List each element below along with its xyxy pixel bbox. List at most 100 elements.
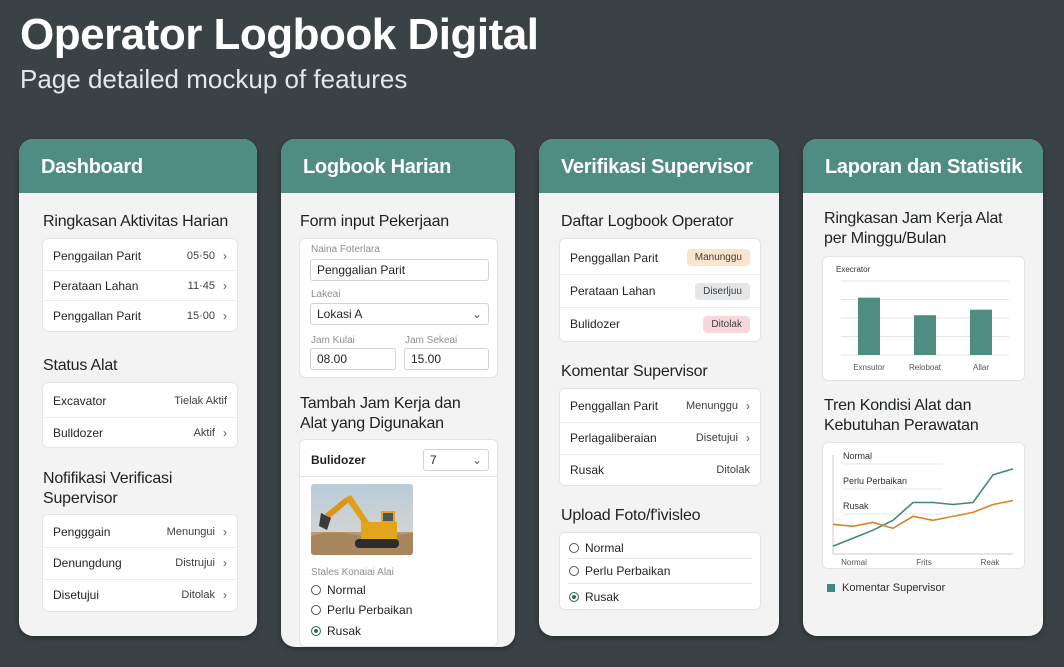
chevron-down-icon: ⌄ (471, 307, 482, 321)
notification-item[interactable]: Disetujui Ditolak › (43, 579, 237, 610)
comment-item[interactable]: Rusak Ditolak (560, 454, 760, 485)
x-tick-label: Allar (973, 363, 989, 372)
logbook-list-item[interactable]: Bulidozer Ditolak (560, 307, 760, 340)
chevron-right-icon: › (223, 279, 227, 293)
equipment-hours-select[interactable]: 7 ⌄ (423, 449, 489, 471)
x-tick-label: Frits (916, 558, 932, 567)
upload-option-repair[interactable]: Perlu Perbaikan (569, 564, 670, 578)
excavator-icon (311, 484, 413, 555)
start-time-input[interactable]: 08.00 (310, 348, 396, 370)
chart-title: Execrator (836, 265, 871, 274)
chevron-right-icon: › (223, 524, 227, 539)
bar-chart-box: Execrator Exnsutor Reloboat Allar (822, 256, 1025, 381)
chevron-down-icon: ⌄ (471, 453, 482, 467)
comment-item[interactable]: Perlagaliberaian Disetujui › (560, 422, 760, 453)
status-badge: Ditolak (703, 315, 750, 333)
end-time-input[interactable]: 15.00 (404, 348, 489, 370)
bar-chart: Execrator Exnsutor Reloboat Allar (836, 265, 1009, 372)
bar (970, 309, 992, 355)
dashboard-card: Dashboard Ringkasan Aktivitas Harian Pen… (19, 139, 257, 636)
trend-chart-box: Normal Perlu Perbaikan Rusak Normal Frits Rea… (822, 442, 1025, 569)
status-badge: Manunggu (686, 249, 750, 266)
chevron-right-icon: › (223, 556, 227, 570)
status-item[interactable]: Bulldozer Aktif › (43, 417, 237, 448)
verification-header: Verifikasi Supervisor (539, 139, 779, 193)
notification-title: Nofifikasi Verificasi Supervisor (43, 470, 173, 507)
logbook-header: Logbook Harian (281, 139, 515, 193)
y-tick-label: Perlu Perbaikan (843, 476, 907, 486)
condition-option-normal[interactable]: Normal (311, 583, 366, 597)
end-time-label: Jam Sekeai (405, 335, 458, 346)
job-label: Naina Foterlara (311, 244, 380, 255)
chart-legend: Komentar Supervisor (827, 582, 945, 594)
chevron-right-icon: › (746, 431, 750, 445)
location-select[interactable]: Lokasi A ⌄ (310, 303, 489, 325)
page-subtitle: Page detailed mockup of features (20, 64, 408, 94)
notification-list: Pengggain Menungui › Denungdung Distrujui… (42, 514, 238, 612)
logbook-list-title: Daftar Logbook Operator (561, 213, 734, 230)
upload-option-broken[interactable]: Rusak (569, 590, 619, 604)
status-title: Status Alat (43, 357, 118, 374)
location-label: Lakeai (311, 289, 341, 300)
radio-icon (311, 605, 321, 615)
report-card: Laporan dan Statistik Ringkasan Jam Kerj… (803, 139, 1043, 636)
condition-option-broken[interactable]: Rusak (311, 624, 361, 638)
logbook-list-item[interactable]: Penggallan Parit Manunggu (560, 241, 760, 274)
x-tick-label: Reak (981, 558, 1001, 567)
activity-item[interactable]: Penggailan Parit 05·50 › (43, 240, 237, 271)
equipment-title: Tambah Jam Kerja dan Alat yang Digunakan (300, 395, 461, 432)
job-input[interactable]: Penggalian Parit (310, 259, 489, 281)
x-tick-label: Reloboat (909, 363, 942, 372)
status-badge: Diserljuu (695, 282, 750, 300)
dashboard-header: Dashboard (19, 139, 257, 193)
chevron-right-icon: › (223, 309, 227, 323)
radio-icon (569, 543, 579, 553)
radio-icon (569, 566, 579, 576)
activity-list: Penggailan Parit 05·50 › Perataan Lahan 1… (42, 238, 238, 332)
comment-item[interactable]: Penggallan Parit Menunggu › (560, 390, 760, 421)
comment-title: Komentar Supervisor (561, 363, 708, 380)
upload-title: Upload Foto/f'ivisleo (561, 507, 701, 524)
x-tick-label: Normal (841, 558, 867, 567)
activity-item[interactable]: Penggallan Parit 15·00 › (43, 300, 237, 331)
radio-selected-icon (569, 592, 579, 602)
chevron-right-icon: › (223, 248, 227, 263)
logbook-card: Logbook Harian Form input Pekerjaan Nain… (281, 139, 515, 647)
status-list: Excavator Tielak Aktif Bulldozer Aktif › (42, 382, 238, 448)
legend-swatch (827, 584, 835, 592)
verification-card: Verifikasi Supervisor Daftar Logbook Ope… (539, 139, 779, 636)
x-tick-label: Exnsutor (853, 363, 885, 372)
condition-option-repair[interactable]: Perlu Perbaikan (311, 603, 412, 617)
activity-title: Ringkasan Aktivitas Harian (43, 213, 229, 230)
notification-item[interactable]: Pengggain Menungui › (43, 516, 237, 547)
comment-list: Penggallan Parit Menunggu › Perlagalibera… (559, 388, 761, 486)
chevron-right-icon: › (223, 588, 227, 602)
bar (914, 315, 936, 355)
bar (858, 297, 880, 355)
condition-label: Stales Konaiai Alai (311, 567, 394, 578)
bar-chart-title: Ringkasan Jam Kerja Alat per Minggu/Bula… (824, 210, 1003, 247)
chevron-right-icon: › (746, 398, 750, 413)
upload-options: Normal Perlu Perbaikan Rusak (559, 532, 761, 610)
radio-icon (311, 585, 321, 595)
logbook-list-item[interactable]: Perataan Lahan Diserljuu (560, 274, 760, 307)
notification-item[interactable]: Denungdung Distrujui › (43, 547, 237, 578)
trend-chart-title: Tren Kondisi Alat dan Kebutuhan Perawata… (824, 397, 979, 434)
equipment-form: Bulidozer 7 ⌄ Stales Konaiai Alai Normal… (299, 439, 498, 647)
start-time-label: Jam Kulai (311, 335, 355, 346)
y-tick-label: Normal (843, 451, 872, 461)
line-chart: Normal Perlu Perbaikan Rusak Normal Frits Rea… (832, 451, 1014, 567)
upload-option-normal[interactable]: Normal (569, 541, 624, 555)
form-title: Form input Pekerjaan (300, 213, 449, 230)
activity-item[interactable]: Perataan Lahan 11·45 › (43, 270, 237, 301)
y-tick-label: Rusak (843, 501, 869, 511)
chevron-right-icon: › (223, 426, 227, 440)
report-header: Laporan dan Statistik (803, 139, 1043, 193)
logbook-list: Penggallan Parit Manunggu Perataan Lahan… (559, 238, 761, 342)
radio-selected-icon (311, 626, 321, 636)
equipment-photo[interactable] (311, 484, 413, 555)
page-title: Operator Logbook Digital (20, 10, 539, 59)
equipment-name: Bulidozer (311, 453, 366, 467)
status-item[interactable]: Excavator Tielak Aktif (43, 385, 237, 416)
job-form: Naina Foterlara Penggalian Parit Lakeai … (299, 238, 498, 378)
